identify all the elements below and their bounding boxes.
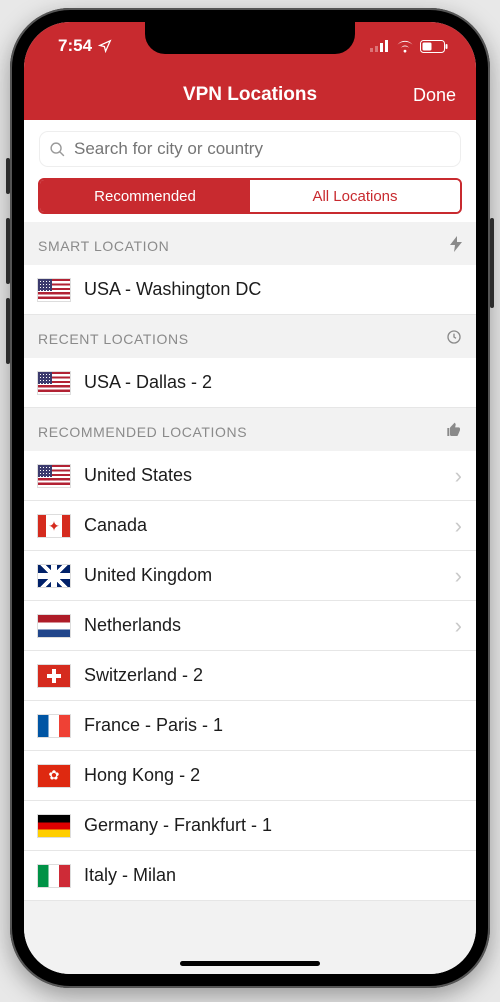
chevron-right-icon: › bbox=[455, 563, 462, 589]
location-label: Hong Kong - 2 bbox=[84, 765, 462, 786]
search-input[interactable] bbox=[74, 139, 451, 159]
section-recent-locations: RECENT LOCATIONS bbox=[24, 315, 476, 358]
flag-fr-icon bbox=[38, 715, 70, 737]
location-label: Canada bbox=[84, 515, 441, 536]
location-row[interactable]: United States › bbox=[24, 451, 476, 501]
search-icon bbox=[49, 141, 66, 158]
chevron-right-icon: › bbox=[455, 463, 462, 489]
location-row[interactable]: Hong Kong - 2 bbox=[24, 751, 476, 801]
side-button bbox=[6, 298, 10, 364]
flag-de-icon bbox=[38, 815, 70, 837]
location-row[interactable]: Italy - Milan bbox=[24, 851, 476, 901]
side-button bbox=[490, 218, 494, 308]
home-indicator bbox=[180, 961, 320, 966]
location-row[interactable]: Switzerland - 2 bbox=[24, 651, 476, 701]
thumbs-up-icon bbox=[446, 422, 462, 441]
phone-frame: 7:54 VPN Locations Done Recommended bbox=[10, 8, 490, 988]
section-smart-location: SMART LOCATION bbox=[24, 222, 476, 265]
flag-usa-icon bbox=[38, 279, 70, 301]
battery-icon bbox=[420, 40, 448, 53]
section-recommended-locations: RECOMMENDED LOCATIONS bbox=[24, 408, 476, 451]
search-wrap bbox=[24, 120, 476, 178]
location-row[interactable]: United Kingdom › bbox=[24, 551, 476, 601]
side-button bbox=[6, 158, 10, 194]
chevron-right-icon: › bbox=[455, 613, 462, 639]
notch bbox=[145, 22, 355, 54]
done-button[interactable]: Done bbox=[413, 85, 456, 106]
page-title: VPN Locations bbox=[183, 84, 317, 106]
clock-icon bbox=[446, 329, 462, 348]
side-button bbox=[6, 218, 10, 284]
location-row[interactable]: Germany - Frankfurt - 1 bbox=[24, 801, 476, 851]
location-label: Germany - Frankfurt - 1 bbox=[84, 815, 462, 836]
location-row[interactable]: France - Paris - 1 bbox=[24, 701, 476, 751]
location-row-smart[interactable]: USA - Washington DC bbox=[24, 265, 476, 315]
flag-ch-icon bbox=[38, 665, 70, 687]
screen: 7:54 VPN Locations Done Recommended bbox=[24, 22, 476, 974]
chevron-right-icon: › bbox=[455, 513, 462, 539]
location-row[interactable]: Netherlands › bbox=[24, 601, 476, 651]
location-label: Italy - Milan bbox=[84, 865, 462, 886]
flag-uk-icon bbox=[38, 565, 70, 587]
flag-nl-icon bbox=[38, 615, 70, 637]
status-time: 7:54 bbox=[58, 36, 92, 56]
tab-recommended[interactable]: Recommended bbox=[40, 180, 250, 212]
flag-canada-icon: ✦ bbox=[38, 515, 70, 537]
wifi-icon bbox=[396, 40, 414, 53]
location-label: USA - Washington DC bbox=[84, 279, 462, 300]
flag-it-icon bbox=[38, 865, 70, 887]
section-header-label: RECENT LOCATIONS bbox=[38, 331, 189, 347]
segmented-control: Recommended All Locations bbox=[38, 178, 462, 214]
location-row[interactable]: ✦ Canada › bbox=[24, 501, 476, 551]
location-label: France - Paris - 1 bbox=[84, 715, 462, 736]
location-label: Netherlands bbox=[84, 615, 441, 636]
location-label: United Kingdom bbox=[84, 565, 441, 586]
flag-hk-icon bbox=[38, 765, 70, 787]
cellular-icon bbox=[370, 40, 390, 52]
location-row-recent[interactable]: USA - Dallas - 2 bbox=[24, 358, 476, 408]
lightning-icon bbox=[450, 236, 462, 255]
segmented-wrap: Recommended All Locations bbox=[24, 178, 476, 222]
navbar: VPN Locations Done bbox=[24, 70, 476, 120]
location-label: Switzerland - 2 bbox=[84, 665, 462, 686]
flag-usa-icon bbox=[38, 465, 70, 487]
location-arrow-icon bbox=[98, 39, 112, 53]
section-header-label: SMART LOCATION bbox=[38, 238, 169, 254]
location-label: United States bbox=[84, 465, 441, 486]
flag-usa-icon bbox=[38, 372, 70, 394]
section-header-label: RECOMMENDED LOCATIONS bbox=[38, 424, 247, 440]
location-label: USA - Dallas - 2 bbox=[84, 372, 462, 393]
tab-all-locations[interactable]: All Locations bbox=[250, 180, 460, 212]
search-box[interactable] bbox=[38, 130, 462, 168]
location-list[interactable]: SMART LOCATION USA - Washington DC RECEN… bbox=[24, 222, 476, 974]
